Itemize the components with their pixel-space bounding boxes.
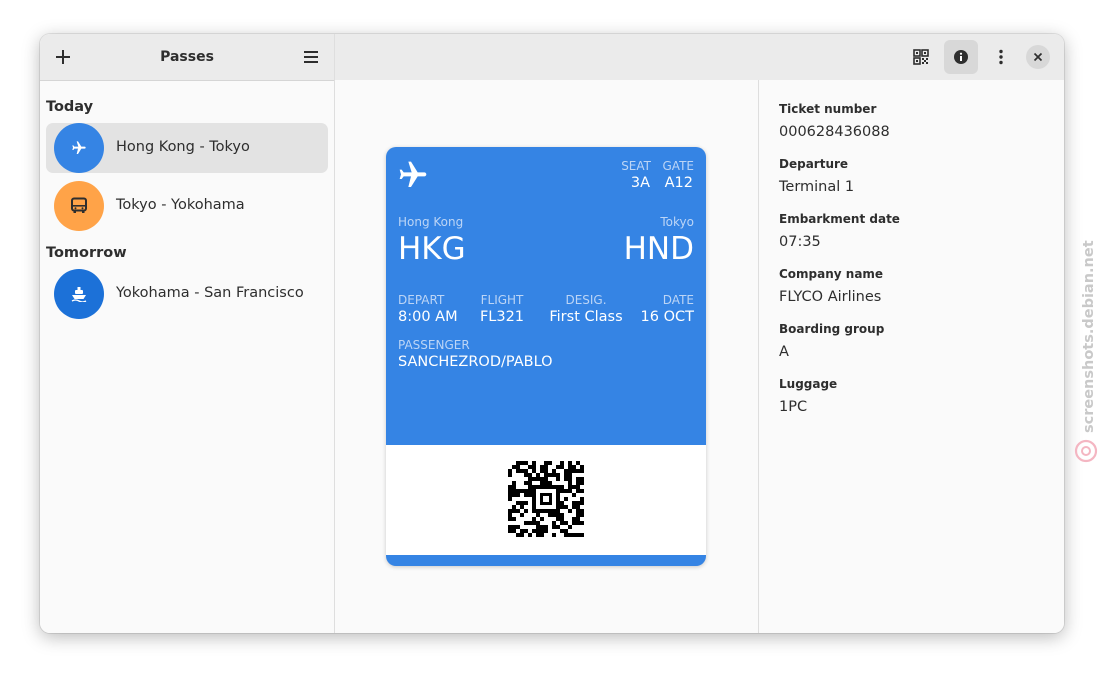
detail-label-ticket-number: Ticket number: [779, 102, 877, 116]
seat-value: 3A: [630, 175, 650, 191]
info-icon: [954, 50, 968, 64]
detail-value-boarding-group: A: [779, 344, 789, 360]
designation-label: DESIG.: [565, 293, 607, 307]
main-headerbar: [335, 34, 1064, 81]
info-toggle-button[interactable]: [944, 40, 978, 74]
detail-label-luggage: Luggage: [779, 377, 838, 391]
pass-icon-circle: [54, 269, 104, 319]
show-barcode-button[interactable]: [904, 40, 938, 74]
pass-item-label: Tokyo - Yokohama: [116, 197, 245, 213]
detail-label-boarding-group: Boarding group: [779, 322, 885, 336]
passenger-value: SANCHEZROD/PABLO: [398, 354, 553, 370]
destination-city: Tokyo: [660, 215, 694, 229]
pass-icon-circle: [54, 181, 104, 231]
detail-value-embarkment-date: 07:35: [779, 234, 821, 250]
close-icon: [1033, 52, 1043, 62]
flight-label: FLIGHT: [480, 293, 524, 307]
pass-item-label: Yokohama - San Francisco: [116, 285, 304, 301]
flight-value: FL321: [479, 309, 525, 325]
pass-view: SEAT 3A GATE A12 Hong Kong HKG Tokyo HND…: [335, 80, 758, 633]
details-pane: Ticket number 000628436088 Departure Ter…: [758, 80, 1064, 633]
close-window-button[interactable]: [1026, 45, 1050, 69]
boarding-pass-card: SEAT 3A GATE A12 Hong Kong HKG Tokyo HND…: [386, 147, 706, 566]
detail-value-ticket-number: 000628436088: [779, 124, 890, 140]
group-title-today: Today: [46, 99, 94, 115]
barcode-area: [386, 445, 706, 555]
detail-value-luggage: 1PC: [779, 399, 808, 415]
passenger-label: PASSENGER: [398, 338, 470, 352]
origin-code: HKG: [398, 231, 466, 267]
airplane-icon: [399, 161, 427, 187]
pass-item-yokohama-san-francisco[interactable]: Yokohama - San Francisco: [46, 269, 328, 319]
ship-icon: [71, 287, 87, 302]
detail-value-departure: Terminal 1: [779, 179, 855, 195]
origin-city: Hong Kong: [398, 215, 464, 229]
date-label: DATE: [662, 293, 694, 307]
qr-barcode: [508, 461, 584, 537]
sidebar-title: Passes: [160, 49, 214, 65]
pass-item-tokyo-yokohama[interactable]: Tokyo - Yokohama: [46, 181, 328, 231]
destination-code: HND: [623, 231, 694, 267]
watermark: screenshots.debian.net: [1066, 225, 1104, 465]
seat-label: SEAT: [621, 159, 651, 173]
pass-item-label: Hong Kong - Tokyo: [116, 139, 250, 155]
airplane-icon: [72, 141, 86, 154]
bus-icon: [71, 197, 87, 213]
depart-label: DEPART: [398, 293, 445, 307]
detail-label-company-name: Company name: [779, 267, 884, 281]
sidebar-header: Passes: [40, 34, 334, 81]
date-value: 16 OCT: [640, 309, 694, 325]
pass-item-hong-kong-tokyo[interactable]: Hong Kong - Tokyo: [46, 123, 328, 173]
sidebar: Passes Today Hong Kong - Tokyo Tokyo - Y…: [40, 34, 335, 633]
detail-label-departure: Departure: [779, 157, 849, 171]
main-menu-button[interactable]: [294, 40, 328, 74]
detail-value-company-name: FLYCO Airlines: [779, 289, 882, 305]
group-title-tomorrow: Tomorrow: [46, 245, 127, 261]
detail-label-embarkment-date: Embarkment date: [779, 212, 900, 226]
hamburger-menu-icon: [304, 51, 318, 63]
designation-value: First Class: [549, 309, 623, 325]
pass-icon-circle: [54, 123, 104, 173]
depart-value: 8:00 AM: [398, 309, 458, 325]
boarding-pass-front: SEAT 3A GATE A12 Hong Kong HKG Tokyo HND…: [386, 147, 706, 445]
more-options-button[interactable]: [984, 40, 1018, 74]
gate-label: GATE: [662, 159, 695, 173]
watermark-text: screenshots.debian.net: [1081, 240, 1097, 433]
qr-code-icon: [913, 49, 929, 65]
vertical-dots-menu-icon: [999, 49, 1003, 65]
gate-value: A12: [664, 175, 693, 191]
app-window: Passes Today Hong Kong - Tokyo Tokyo - Y…: [40, 34, 1064, 633]
